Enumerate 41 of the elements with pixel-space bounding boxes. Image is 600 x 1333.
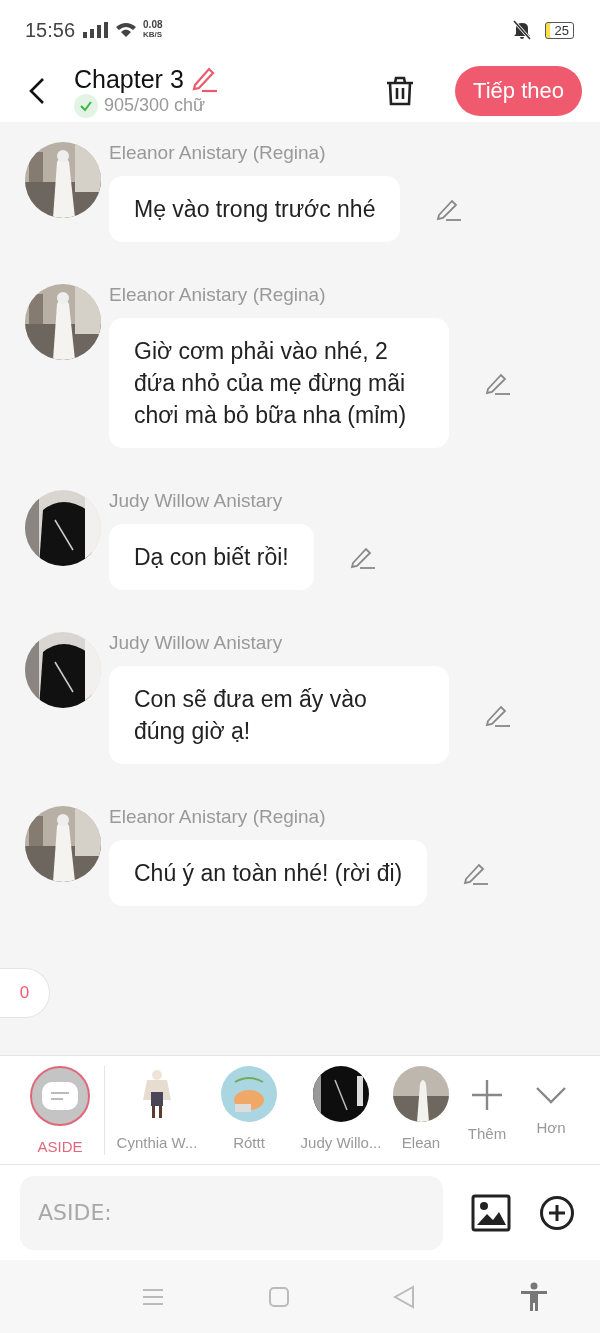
character-name: Elean	[401, 1133, 441, 1151]
back-nav-icon[interactable]	[393, 1284, 416, 1309]
sender-name: Judy Willow Anistary	[109, 490, 284, 512]
character-name: Cynthia W...	[116, 1133, 198, 1151]
accessibility-icon[interactable]	[519, 1281, 548, 1312]
muted-bell-icon	[512, 20, 531, 40]
pencil-icon[interactable]	[349, 545, 376, 569]
pencil-icon[interactable]	[436, 197, 463, 221]
home-icon[interactable]	[268, 1286, 289, 1307]
message-bubble[interactable]: Mẹ vào trong trước nhé	[109, 176, 401, 242]
message-bubble[interactable]: Giờ cơm phải vào nhé, 2 đứa nhỏ của mẹ đừng mãi chơi mà bỏ bữa nha (mỉm)	[109, 318, 449, 448]
character-name: ASIDE	[37, 1137, 83, 1155]
add-circle-icon[interactable]	[539, 1194, 575, 1231]
image-icon[interactable]	[471, 1193, 511, 1232]
network-speed: 0.08	[143, 20, 163, 30]
message-bubble[interactable]: Con sẽ đưa em ấy vào đúng giờ ạ!	[109, 666, 449, 764]
wifi-icon	[115, 22, 138, 38]
speed-unit: KB/S	[143, 30, 163, 40]
aside-input[interactable]: ASIDE:	[20, 1175, 443, 1250]
pencil-icon[interactable]	[485, 703, 511, 727]
chevron-down-icon	[535, 1084, 567, 1105]
sender-name: Judy Willow Anistary	[109, 632, 284, 654]
plus-icon	[471, 1078, 503, 1111]
character-name: Róttt	[233, 1133, 265, 1151]
note-icon	[41, 1080, 79, 1111]
character-name: Judy Willo...	[300, 1133, 382, 1151]
signal-icon	[83, 22, 110, 38]
menu-icon[interactable]	[142, 1286, 165, 1307]
message-bubble[interactable]: Chú ý an toàn nhé! (rời đi)	[109, 840, 428, 906]
battery-indicator: 25	[544, 21, 574, 39]
pencil-icon[interactable]	[485, 371, 511, 395]
status-time: 15:56	[25, 18, 76, 42]
back-icon[interactable]	[28, 77, 46, 105]
pencil-icon[interactable]	[463, 861, 490, 885]
chapter-title: Chapter 3	[74, 64, 184, 94]
sender-name: Eleanor Anistary (Regina)	[109, 284, 327, 306]
message-bubble[interactable]: Dạ con biết rồi!	[109, 524, 314, 590]
sender-name: Eleanor Anistary (Regina)	[109, 806, 327, 828]
word-count: 905/300 chữ	[104, 95, 206, 116]
trash-icon[interactable]	[385, 75, 416, 107]
sender-name: Eleanor Anistary (Regina)	[109, 142, 327, 164]
